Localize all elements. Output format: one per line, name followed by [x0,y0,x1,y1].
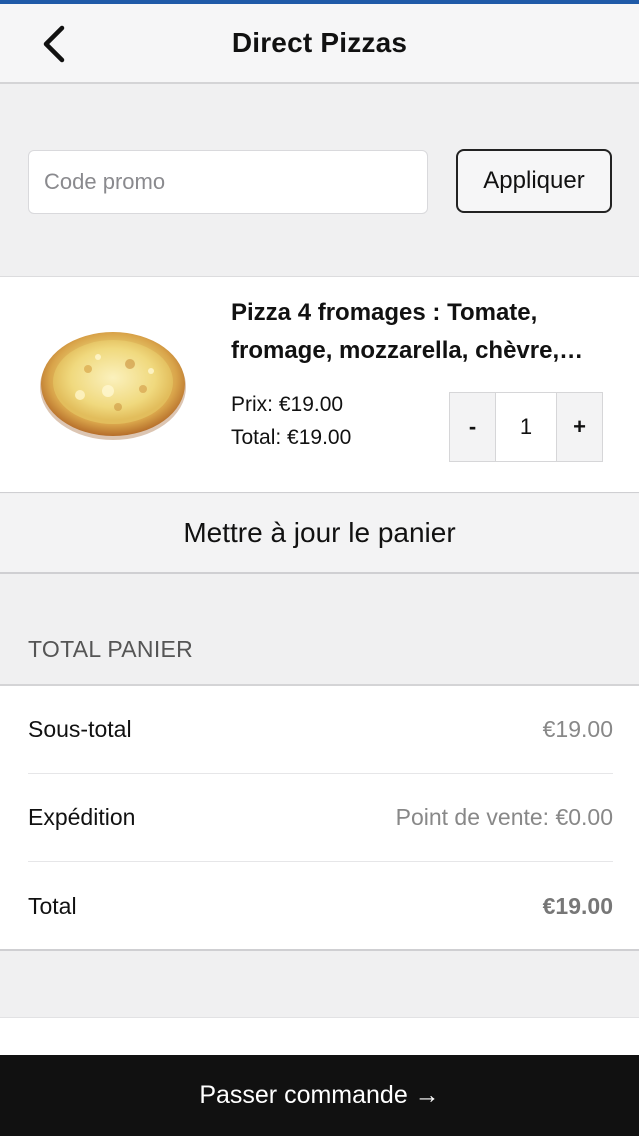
quantity-input[interactable] [495,393,557,461]
spacer-strip [0,951,639,1017]
cart-item: Pizza 4 fromages : Tomate, fromage, mozz… [0,276,639,493]
shipping-label: Expédition [28,804,136,830]
quantity-decrease-button[interactable]: - [450,393,495,461]
chevron-left-icon [43,25,65,63]
total-row: Total €19.00 [28,862,613,950]
apply-promo-button[interactable]: Appliquer [456,149,612,213]
promo-section: Appliquer [0,86,639,276]
update-cart-button[interactable]: Mettre à jour le panier [0,494,639,574]
shipping-value: Point de vente: €0.00 [395,804,613,830]
subtotal-label: Sous-total [28,716,132,742]
quantity-stepper: - + [449,392,603,462]
promo-code-input[interactable] [28,150,428,214]
pizza-image [40,332,186,440]
cart-totals-table: Sous-total €19.00 Expédition Point de ve… [0,684,639,951]
back-button[interactable] [34,24,74,64]
app-header: Direct Pizzas [0,4,639,84]
cart-totals-heading: TOTAL PANIER [28,636,194,662]
checkout-button[interactable]: Passer commande → [0,1055,639,1136]
total-label: Total [28,892,77,919]
item-name[interactable]: Pizza 4 fromages : Tomate, fromage, mozz… [231,294,611,370]
item-price: Prix: €19.00 [231,393,344,416]
total-value: €19.00 [542,892,613,919]
shipping-row: Expédition Point de vente: €0.00 [28,774,613,862]
item-total: Total: €19.00 [231,426,352,449]
subtotal-row: Sous-total €19.00 [28,686,613,774]
subtotal-value: €19.00 [542,716,613,742]
page-title: Direct Pizzas [231,27,408,58]
quantity-increase-button[interactable]: + [557,393,602,461]
spacer-white [0,1017,639,1055]
